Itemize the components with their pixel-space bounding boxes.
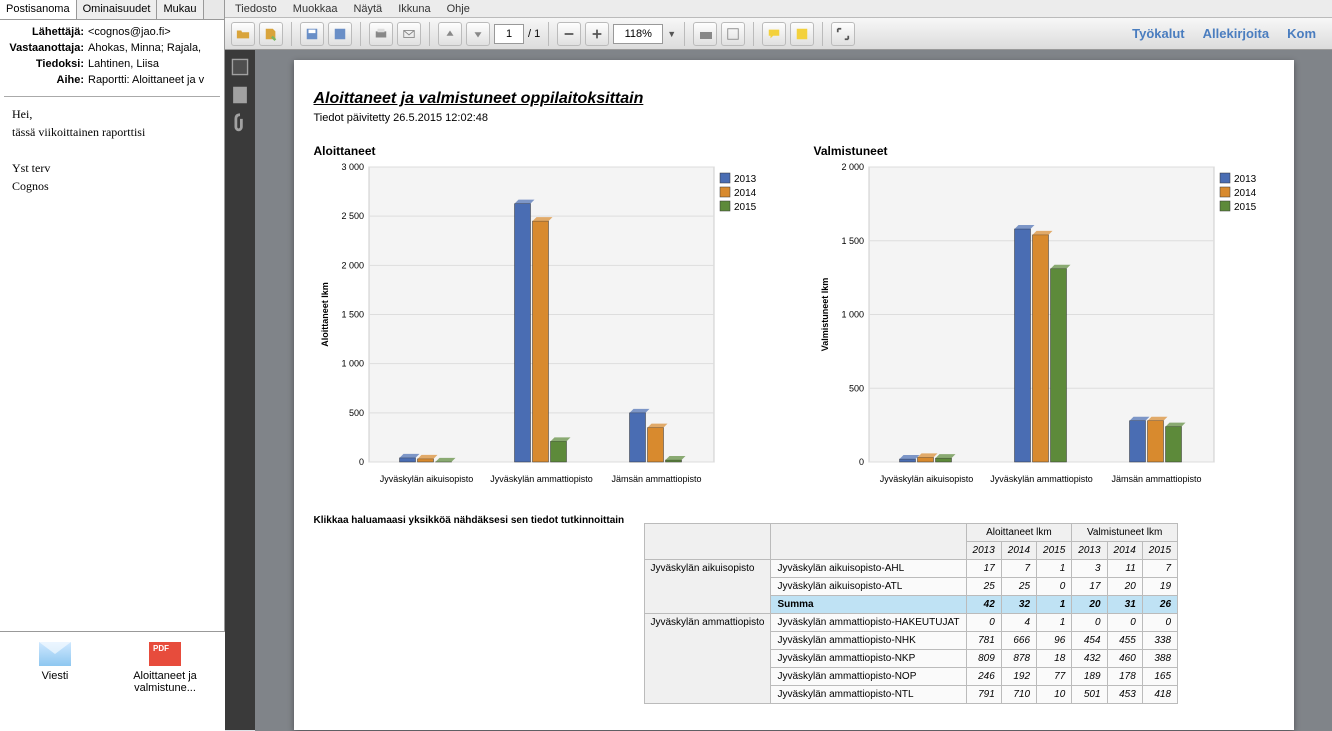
attachments-pane-icon[interactable]	[229, 112, 251, 134]
chart-title: Aloittaneet	[314, 144, 784, 158]
to-label: Vastaanottaja:	[6, 40, 88, 56]
svg-text:Jyväskylän ammattiopisto: Jyväskylän ammattiopisto	[990, 474, 1093, 484]
tab-mukau[interactable]: Mukau	[157, 0, 203, 19]
bookmarks-icon[interactable]	[229, 84, 251, 106]
attach-button[interactable]	[328, 22, 352, 46]
create-button[interactable]	[259, 22, 283, 46]
svg-text:500: 500	[848, 383, 863, 393]
svg-text:3 000: 3 000	[341, 162, 364, 172]
zoom-dropdown-icon[interactable]: ▼	[667, 29, 676, 39]
zoom-out-button[interactable]	[557, 22, 581, 46]
body-line: Yst terv	[12, 159, 212, 177]
attachment-pdf[interactable]: Aloittaneet ja valmistune...	[120, 642, 210, 721]
svg-text:1 500: 1 500	[341, 310, 364, 320]
pdf-page: Aloittaneet ja valmistuneet oppilaitoksi…	[294, 60, 1294, 730]
report-subtitle: Tiedot päivitetty 26.5.2015 12:02:48	[314, 112, 1274, 124]
svg-text:2 500: 2 500	[341, 211, 364, 221]
zoom-in-button[interactable]	[585, 22, 609, 46]
document-scroll[interactable]: Aloittaneet ja valmistuneet oppilaitoksi…	[255, 50, 1332, 731]
svg-text:1 500: 1 500	[841, 236, 864, 246]
chart-svg: 0 500 1 000 1 500 2 000 Valmistuneet lkm Jyväs…	[814, 162, 1284, 492]
print-preview-button[interactable]	[693, 22, 717, 46]
sidebar-icons	[225, 50, 255, 730]
fullscreen-button[interactable]	[831, 22, 855, 46]
zoom-input[interactable]	[613, 24, 663, 44]
page-input[interactable]	[494, 24, 524, 44]
chart-aloittaneet: Aloittaneet 0 500 1 000 1 500 2 000 2 500 3 00…	[314, 144, 784, 495]
svg-text:2 000: 2 000	[841, 162, 864, 172]
chart-valmistuneet: Valmistuneet 0 500 1 000 1 500 2 000 Valmistu…	[814, 144, 1284, 495]
to-value: Ahokas, Minna; Rajala,	[88, 40, 201, 56]
menu-help[interactable]: Ohje	[447, 3, 470, 15]
menu-edit[interactable]: Muokkaa	[293, 3, 338, 15]
menubar: Tiedosto Muokkaa Näytä Ikkuna Ohje	[225, 0, 1332, 18]
tab-postisanoma[interactable]: Postisanoma	[0, 0, 77, 19]
tab-ominaisuudet[interactable]: Ominaisuudet	[77, 0, 158, 19]
from-value: <cognos@jao.fi>	[88, 24, 171, 40]
from-label: Lähettäjä:	[6, 24, 88, 40]
svg-text:2015: 2015	[1234, 202, 1257, 213]
data-table: Aloittaneet lkmValmistuneet lkm201320142…	[644, 523, 1179, 704]
tools-button[interactable]: Työkalut	[1132, 26, 1185, 41]
open-button[interactable]	[231, 22, 255, 46]
comment-button[interactable]	[762, 22, 786, 46]
svg-text:2014: 2014	[1234, 188, 1257, 199]
menu-window[interactable]: Ikkuna	[398, 3, 430, 15]
attachment-label: Aloittaneet ja valmistune...	[120, 670, 210, 694]
svg-text:Jämsän ammattiopisto: Jämsän ammattiopisto	[611, 474, 701, 484]
svg-text:Valmistuneet lkm: Valmistuneet lkm	[820, 278, 830, 352]
page-total: / 1	[528, 28, 540, 40]
sign-button[interactable]: Allekirjoita	[1203, 26, 1269, 41]
attachment-message[interactable]: Viesti	[10, 642, 100, 721]
svg-text:Aloittaneet lkm: Aloittaneet lkm	[320, 282, 330, 347]
table-caption: Klikkaa haluamaasi yksikköä nähdäksesi s…	[314, 509, 634, 526]
menu-file[interactable]: Tiedosto	[235, 3, 277, 15]
svg-text:0: 0	[358, 457, 363, 467]
chart-title: Valmistuneet	[814, 144, 1284, 158]
svg-text:500: 500	[348, 408, 363, 418]
toolbar-right: Työkalut Allekirjoita Kom	[1132, 26, 1326, 41]
highlight-button[interactable]	[790, 22, 814, 46]
toolbar: / 1 ▼ Työkalut Allekirjoita Kom	[225, 18, 1332, 50]
svg-text:2014: 2014	[734, 188, 757, 199]
save-button[interactable]	[300, 22, 324, 46]
svg-text:2013: 2013	[1234, 174, 1257, 185]
reading-mode-button[interactable]	[721, 22, 745, 46]
svg-text:Jämsän ammattiopisto: Jämsän ammattiopisto	[1111, 474, 1201, 484]
email-pane: Postisanoma Ominaisuudet Mukau Lähettäjä…	[0, 0, 225, 731]
envelope-icon	[39, 642, 71, 666]
svg-text:Jyväskylän aikuisopisto: Jyväskylän aikuisopisto	[379, 474, 473, 484]
subject-label: Aihe:	[6, 72, 88, 88]
svg-text:0: 0	[858, 457, 863, 467]
attachment-label: Viesti	[10, 670, 100, 682]
cc-value: Lahtinen, Liisa	[88, 56, 159, 72]
pdf-viewer: Tiedosto Muokkaa Näytä Ikkuna Ohje / 1 ▼	[225, 0, 1332, 731]
svg-text:2015: 2015	[734, 202, 757, 213]
menu-view[interactable]: Näytä	[353, 3, 382, 15]
svg-text:2 000: 2 000	[341, 260, 364, 270]
report-title: Aloittaneet ja valmistuneet oppilaitoksi…	[314, 90, 1274, 108]
pdf-icon	[149, 642, 181, 666]
thumbnails-icon[interactable]	[229, 56, 251, 78]
chart-svg: 0 500 1 000 1 500 2 000 2 500 3 000 Aloittaneet…	[314, 162, 784, 492]
subject-value: Raportti: Aloittaneet ja v	[88, 72, 204, 88]
page-down-button[interactable]	[466, 22, 490, 46]
email-tabs: Postisanoma Ominaisuudet Mukau	[0, 0, 224, 20]
body-line: Cognos	[12, 177, 212, 195]
svg-text:1 000: 1 000	[841, 310, 864, 320]
svg-text:Jyväskylän ammattiopisto: Jyväskylän ammattiopisto	[490, 474, 593, 484]
email-body: Hei, tässä viikoittainen raporttisi Yst …	[4, 96, 220, 616]
svg-text:1 000: 1 000	[341, 359, 364, 369]
print-button[interactable]	[369, 22, 393, 46]
attachments: Viesti Aloittaneet ja valmistune...	[0, 631, 225, 731]
svg-text:2013: 2013	[734, 174, 757, 185]
email-header: Lähettäjä:<cognos@jao.fi> Vastaanottaja:…	[0, 20, 224, 92]
cc-label: Tiedoksi:	[6, 56, 88, 72]
svg-text:Jyväskylän aikuisopisto: Jyväskylän aikuisopisto	[879, 474, 973, 484]
comment-panel-button[interactable]: Kom	[1287, 26, 1316, 41]
body-line: tässä viikoittainen raporttisi	[12, 123, 212, 141]
body-line: Hei,	[12, 105, 212, 123]
email-button[interactable]	[397, 22, 421, 46]
page-up-button[interactable]	[438, 22, 462, 46]
